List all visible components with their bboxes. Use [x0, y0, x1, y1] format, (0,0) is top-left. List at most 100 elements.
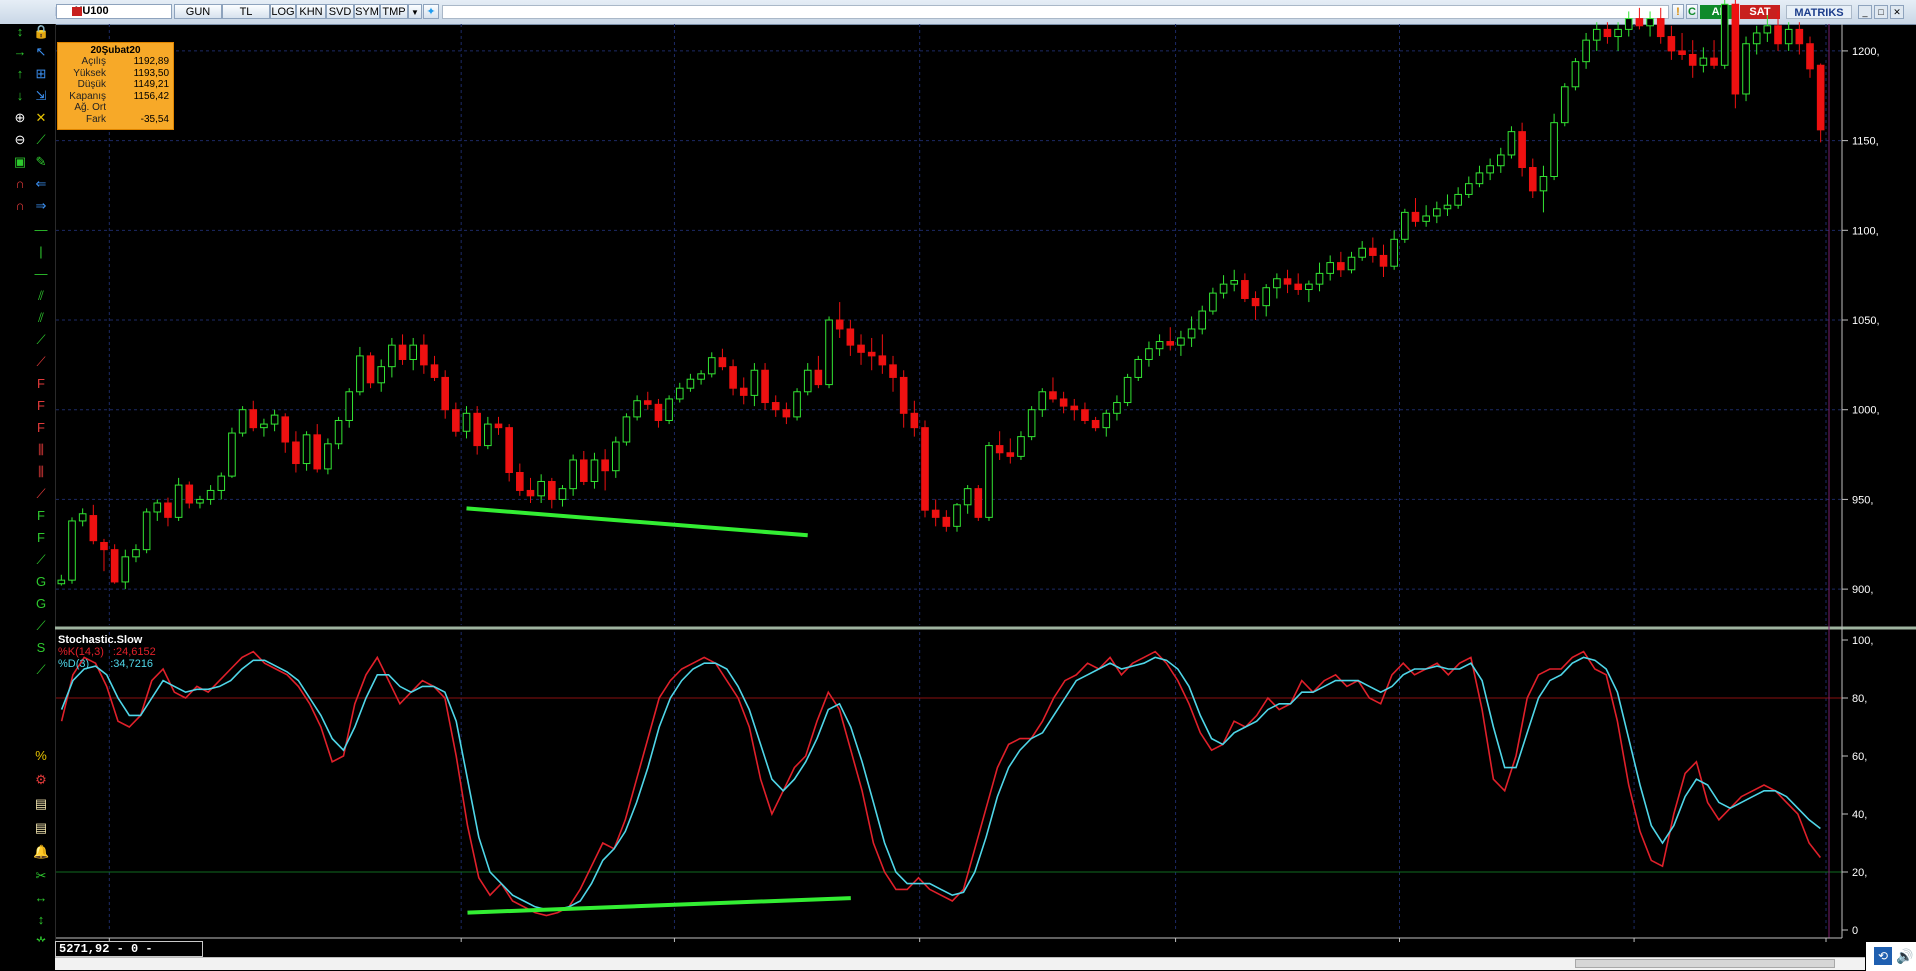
- candle-up: [1038, 391, 1047, 411]
- candle-down: [1518, 131, 1526, 169]
- candle-up: [1187, 328, 1196, 339]
- candle-up: [1315, 272, 1324, 285]
- candle-up: [1486, 165, 1494, 174]
- candle-down: [995, 445, 1004, 454]
- stoch-tick-label: 80,: [1852, 693, 1867, 705]
- price-axis[interactable]: 900, 950, 1000, 1050, 1100, 1150, 1200,: [1842, 46, 1880, 596]
- price-trend-line[interactable]: [466, 506, 808, 538]
- candle-up: [686, 378, 695, 389]
- candle-down: [1049, 391, 1057, 400]
- candle-down: [1091, 419, 1100, 429]
- candle-down: [1667, 36, 1676, 52]
- candle-up: [1134, 358, 1143, 378]
- candle-up: [1742, 43, 1750, 95]
- candle-up: [622, 416, 631, 443]
- candle-up: [1273, 278, 1281, 289]
- stochastic-axis[interactable]: 0 20, 40, 60, 80, 100,: [1842, 635, 1873, 937]
- candle-up: [611, 441, 620, 472]
- candle-up: [238, 409, 247, 434]
- candle-down: [1294, 283, 1303, 291]
- chart-canvas[interactable]: 900, 950, 1000, 1050, 1100, 1150, 1200, 0 20, 40…: [0, 0, 1916, 971]
- horizontal-scrollbar[interactable]: [55, 957, 1865, 970]
- candle-up: [1582, 39, 1590, 63]
- candle-down: [921, 427, 929, 511]
- info-label: Düşük: [77, 79, 106, 90]
- candle-up: [1550, 122, 1558, 177]
- candle-up: [260, 423, 268, 429]
- candle-up: [57, 579, 66, 585]
- candle-down: [857, 344, 865, 353]
- candle-up: [132, 549, 140, 558]
- info-label: Yüksek: [73, 67, 106, 79]
- candle-up: [1198, 310, 1207, 330]
- scrollbar-thumb[interactable]: [1575, 959, 1835, 968]
- info-value: -35,54: [140, 113, 169, 125]
- candle-up: [1646, 18, 1654, 27]
- candle-down: [548, 480, 556, 500]
- stoch-tick-label: 20,: [1852, 867, 1867, 879]
- candle-up: [1464, 183, 1473, 195]
- candle-down: [1241, 280, 1249, 299]
- k-value: :24,6152: [112, 646, 156, 658]
- candle-up: [1592, 28, 1601, 41]
- candle-down: [931, 509, 940, 518]
- d-value: :34,7216: [110, 658, 154, 670]
- ohlc-info-box: 20Şubat20 Açılış 1192,89 Yüksek 1193,50 Düşü…: [57, 42, 174, 130]
- candle-down: [867, 351, 876, 357]
- candle-up: [1027, 409, 1036, 438]
- indicator-legend[interactable]: Stochastic.Slow %K(14,3) :24,6152 %D(3) …: [58, 634, 156, 670]
- candle-down: [835, 319, 844, 330]
- candle-down: [1795, 28, 1804, 45]
- candle-down: [281, 416, 290, 443]
- candle-up: [633, 400, 641, 418]
- candle-up: [537, 480, 545, 497]
- candle-down: [1678, 50, 1686, 55]
- indicator-title[interactable]: Stochastic.Slow: [58, 634, 156, 646]
- candle-up: [1614, 28, 1622, 38]
- candle-up: [196, 498, 204, 504]
- candle-down: [1081, 409, 1089, 421]
- info-row: Düşük 1149,21: [58, 79, 173, 91]
- candle-up: [1539, 175, 1548, 192]
- candle-up: [142, 511, 151, 551]
- candle-down: [505, 427, 513, 474]
- candle-down: [601, 459, 609, 472]
- stochastic-grid: [56, 632, 1842, 930]
- candle-down: [1379, 254, 1388, 267]
- info-label: Kapanış: [69, 90, 106, 102]
- candle-down: [1006, 452, 1015, 457]
- info-row: Yüksek 1193,50: [58, 68, 173, 80]
- candle-down: [1806, 43, 1814, 70]
- price-tick-label: 1200,: [1852, 46, 1880, 58]
- candle-up: [1763, 25, 1772, 34]
- sound-icon[interactable]: 🔊: [1896, 947, 1913, 965]
- sync-icon[interactable]: ⟲: [1874, 947, 1892, 965]
- candle-up: [985, 445, 993, 518]
- info-row: Fark -35,54: [58, 114, 173, 126]
- info-value: 1156,42: [133, 90, 169, 102]
- candle-up: [228, 432, 236, 477]
- candle-up: [174, 484, 183, 518]
- candle-down: [814, 369, 823, 386]
- candle-up: [324, 443, 332, 470]
- candle-down: [643, 400, 652, 405]
- info-label: Açılış: [81, 56, 106, 67]
- info-value: 1192,89: [133, 56, 169, 67]
- candle-down: [1731, 3, 1740, 95]
- candle-up: [68, 520, 76, 581]
- stochastic-trend-line[interactable]: [467, 896, 851, 915]
- candle-up: [1496, 154, 1505, 167]
- trend-lines[interactable]: [466, 506, 851, 915]
- candle-down: [718, 357, 727, 368]
- candle-down: [1369, 247, 1377, 256]
- candle-down: [441, 376, 449, 411]
- candle-down: [739, 387, 748, 396]
- k-label: %K(14,3): [58, 646, 104, 658]
- candle-up: [665, 398, 673, 421]
- candle-up: [78, 513, 87, 522]
- candle-up: [675, 387, 684, 400]
- trading-app: M XU100 GUN TL LOG KHN SVD SYM TMP ▼ ✦ !…: [0, 0, 1916, 971]
- candle-down: [249, 409, 258, 429]
- candle-down: [1166, 341, 1175, 346]
- candle-up: [1145, 348, 1153, 360]
